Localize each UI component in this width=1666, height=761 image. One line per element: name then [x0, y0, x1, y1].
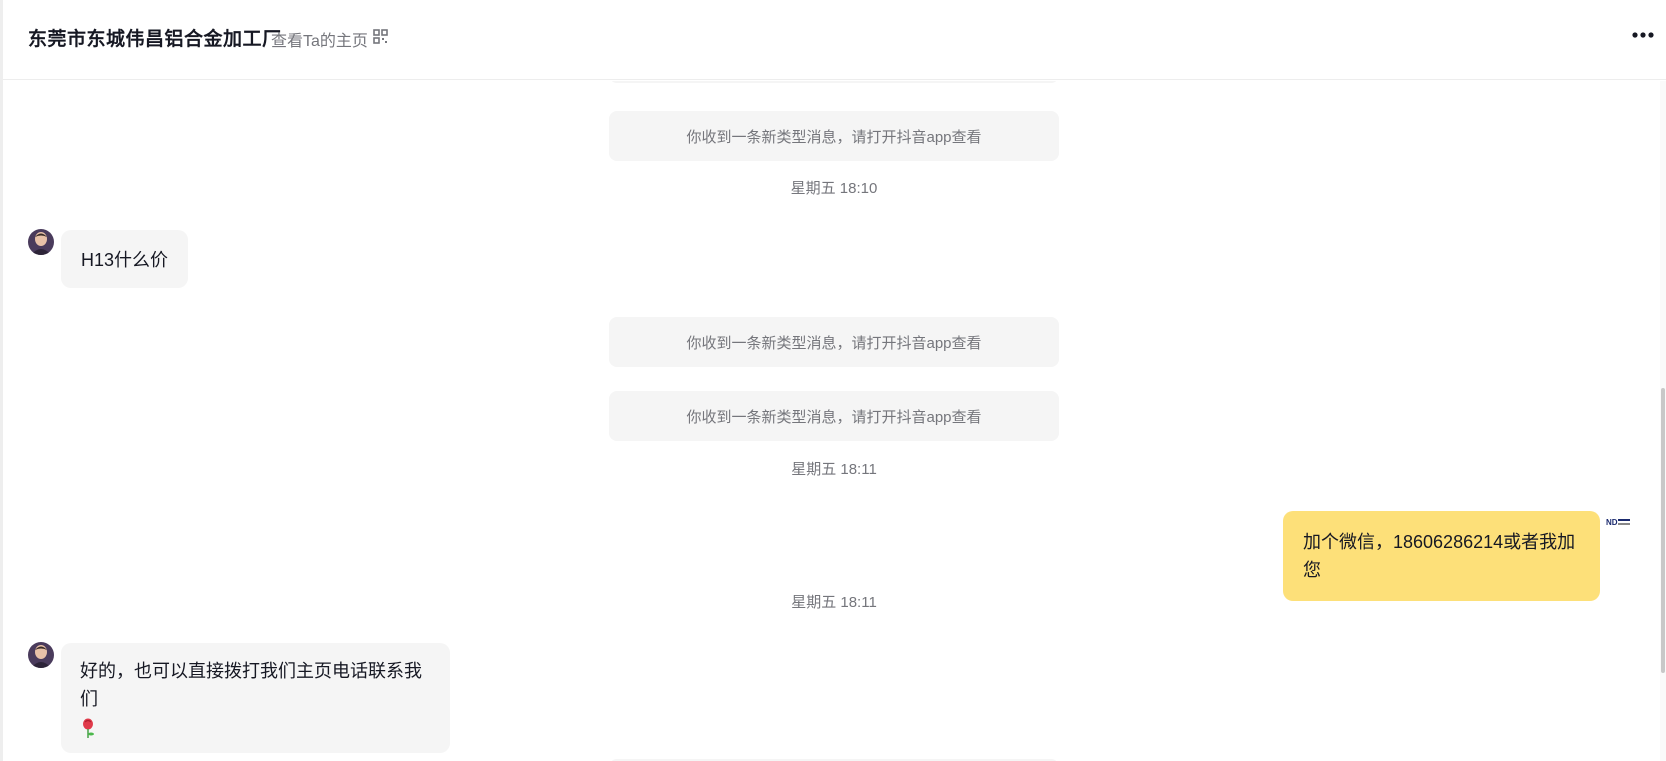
- system-notice-text: 你收到一条新类型消息，请打开抖音app查看: [686, 408, 982, 426]
- message-text: 加个微信，18606286214或者我加您: [1303, 532, 1576, 580]
- system-notice-card[interactable]: 你收到一条新类型消息，请打开抖音app查看: [609, 317, 1059, 367]
- system-notice-card[interactable]: 你收到一条新类型消息，请打开抖音app查看: [609, 111, 1059, 161]
- incoming-message-bubble[interactable]: H13什么价: [61, 230, 189, 288]
- view-profile-link[interactable]: 查看Ta的主页: [271, 27, 368, 51]
- contact-avatar[interactable]: [28, 642, 54, 668]
- chat-title: 东莞市东城伟昌铝合金加工厂: [28, 29, 282, 50]
- timestamp: 星期五 18:10: [790, 180, 878, 197]
- timestamp: 星期五 18:11: [791, 594, 877, 611]
- scrollbar-thumb[interactable]: [1661, 388, 1665, 673]
- qr-code-icon[interactable]: [373, 29, 388, 44]
- outgoing-message-bubble[interactable]: 加个微信，18606286214或者我加您: [1283, 511, 1600, 601]
- system-notice-text: 你收到一条新类型消息，请打开抖音app查看: [686, 334, 982, 352]
- chat-window: 东莞市东城伟昌铝合金加工厂 查看Ta的主页 你收到一条新类型消息，请打开抖音ap…: [0, 0, 1666, 761]
- contact-avatar[interactable]: [28, 229, 54, 255]
- self-avatar-label: ND: [1606, 518, 1618, 527]
- more-dots-icon[interactable]: [1631, 26, 1655, 44]
- self-avatar[interactable]: ND: [1606, 516, 1632, 528]
- timestamp: 星期五 18:11: [791, 461, 877, 478]
- message-list[interactable]: 你收到一条新类型消息，请打开抖音app查看 星期五 18:10 H13什么价 你…: [3, 81, 1660, 761]
- rose-emoji: [83, 718, 94, 739]
- system-notice-card[interactable]: 你收到一条新类型消息，请打开抖音app查看: [609, 391, 1059, 441]
- incoming-message-bubble[interactable]: 好的，也可以直接拨打我们主页电话联系我们: [61, 643, 450, 753]
- message-text: 好的，也可以直接拨打我们主页电话联系我们: [80, 661, 422, 709]
- system-notice-card: [609, 81, 1059, 83]
- message-text: H13什么价: [81, 250, 169, 270]
- system-notice-text: 你收到一条新类型消息，请打开抖音app查看: [686, 128, 982, 146]
- chat-header: 东莞市东城伟昌铝合金加工厂 查看Ta的主页: [3, 0, 1666, 80]
